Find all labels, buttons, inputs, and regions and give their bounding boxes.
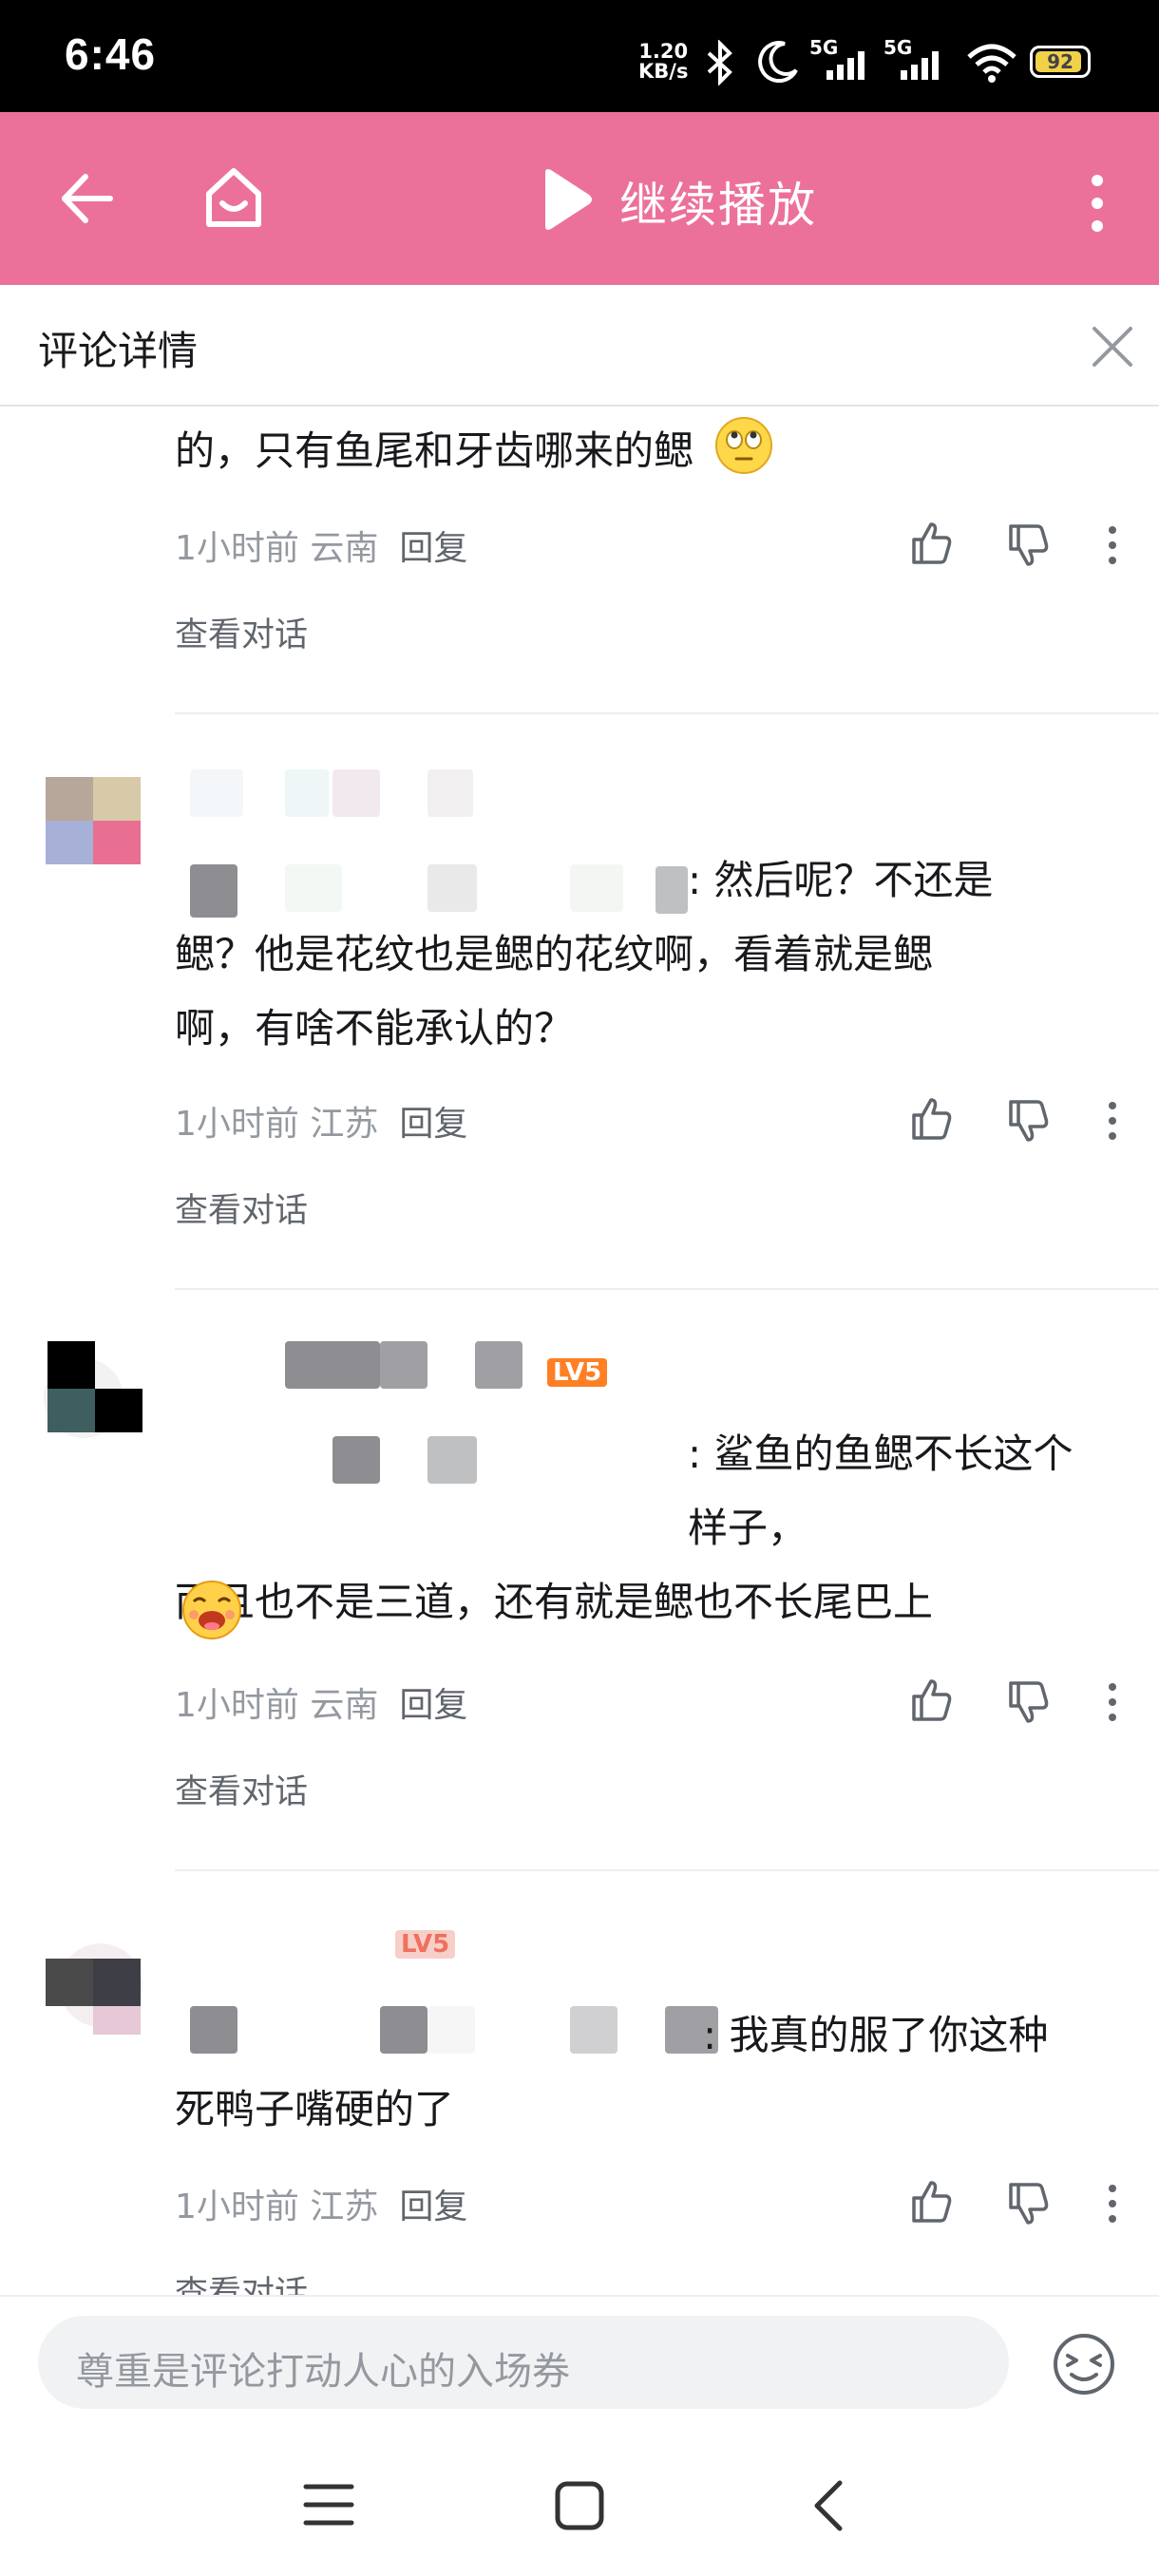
bluetooth-icon	[707, 40, 732, 85]
comment-time: 1小时前	[175, 529, 299, 568]
reply-button[interactable]: 回复	[399, 529, 467, 568]
home-nav-icon[interactable]	[553, 2479, 606, 2532]
avatar[interactable]	[42, 1339, 142, 1444]
comment-text-content: 的，只有鱼尾和牙齿哪来的鳃	[175, 427, 694, 474]
more-icon[interactable]	[1100, 1679, 1125, 1725]
view-conversation-link[interactable]: 查看对话	[175, 1765, 308, 1813]
moon-icon	[758, 41, 798, 84]
more-icon[interactable]	[1100, 2181, 1125, 2226]
more-vertical-icon[interactable]	[1083, 173, 1112, 234]
dislike-icon[interactable]	[1005, 1098, 1051, 1144]
system-nav-bar	[0, 2432, 1159, 2576]
continue-playing-label[interactable]: 继续播放	[619, 167, 817, 236]
blurred-block	[475, 1341, 522, 1389]
dislike-icon[interactable]	[1005, 1679, 1051, 1725]
comment-text-line: 而且也不是三道，还有就是鳃也不长尾巴上	[175, 1579, 934, 1625]
comment-text-line: 鳃？他是花纹也是鳃的花纹啊，看着就是鳃	[175, 931, 934, 977]
blurred-block	[285, 769, 329, 817]
network-speed: 1.20 KB/s	[638, 42, 688, 82]
comment-meta: 1小时前 云南 回复	[175, 521, 467, 570]
comment-meta: 1小时前 云南 回复	[175, 1677, 467, 1727]
more-icon[interactable]	[1100, 1098, 1125, 1144]
view-conversation-link[interactable]: 查看对话	[175, 608, 308, 656]
back-nav-icon[interactable]	[809, 2477, 847, 2534]
comment-meta: 1小时前 江苏 回复	[175, 1096, 467, 1146]
dislike-icon[interactable]	[1005, 2181, 1051, 2226]
signal-icon-1	[826, 51, 864, 80]
wifi-icon	[967, 44, 1016, 83]
comment-divider	[175, 712, 1159, 714]
reply-button[interactable]: 回复	[399, 1686, 467, 1725]
comment-time: 1小时前	[175, 2188, 299, 2226]
comment-time: 1小时前	[175, 1686, 299, 1725]
level-badge-blurred: LV5	[395, 1930, 456, 1959]
sticker-emoji	[182, 1581, 241, 1639]
comment-location: 江苏	[310, 1105, 379, 1144]
close-icon[interactable]	[1089, 323, 1136, 370]
comment-location: 云南	[310, 529, 379, 568]
battery-icon: 92	[1030, 46, 1091, 78]
like-icon[interactable]	[908, 1677, 954, 1723]
comment-input-placeholder: 尊重是评论打动人心的入场券	[76, 2350, 570, 2394]
comment-meta: 1小时前 江苏 回复	[175, 2179, 467, 2228]
like-icon[interactable]	[908, 1096, 954, 1142]
back-arrow-icon[interactable]	[59, 171, 114, 226]
menu-icon[interactable]	[302, 2481, 355, 2529]
reply-button[interactable]: 回复	[399, 2188, 467, 2226]
dislike-icon[interactable]	[1005, 522, 1051, 568]
more-icon[interactable]	[1100, 522, 1125, 568]
comment-text-line: : 然后呢？不还是	[688, 857, 994, 903]
comment-text-line: 啊，有啥不能承认的？	[175, 1005, 575, 1051]
comment-text-line: : 鲨鱼的鱼鳃不长这个样子，	[688, 1430, 1074, 1551]
battery-level: 92	[1047, 50, 1074, 73]
comment-text: 的，只有鱼尾和牙齿哪来的鳃	[175, 414, 1106, 488]
blurred-block	[285, 1341, 380, 1389]
avatar[interactable]	[46, 1938, 144, 2052]
status-time: 6:46	[65, 29, 157, 79]
video-header	[0, 112, 1159, 285]
comment-text: : 然后呢？不还是 鳃？他是花纹也是鳃的花纹啊，看着就是鳃 啊，有啥不能承认的？	[175, 843, 1106, 1066]
comment-divider	[175, 1288, 1159, 1290]
reply-button[interactable]: 回复	[399, 1105, 467, 1144]
panel-title: 评论详情	[38, 328, 199, 374]
blurred-block	[428, 769, 473, 817]
view-conversation-link[interactable]: 查看对话	[175, 1184, 308, 1232]
blurred-block	[190, 769, 243, 817]
signal-icon-2	[901, 51, 939, 80]
net-speed-unit: KB/s	[638, 60, 689, 83]
comment-location: 云南	[310, 1686, 379, 1725]
home-icon[interactable]	[200, 163, 268, 232]
comment-text: : 鲨鱼的鱼鳃不长这个样子， 而且也不是三道，还有就是鳃也不长尾巴上	[175, 1417, 1106, 1639]
comment-divider	[175, 1869, 1159, 1871]
comment-text-line: 死鸭子嘴硬的了	[175, 2086, 455, 2132]
like-icon[interactable]	[908, 521, 954, 566]
blurred-block	[380, 1341, 428, 1389]
rolling-eyes-emoji	[715, 417, 773, 474]
emoji-icon[interactable]	[1051, 2331, 1117, 2397]
level-badge: LV5	[547, 1358, 608, 1387]
net-speed-value: 1.20	[638, 40, 689, 63]
avatar[interactable]	[46, 777, 141, 868]
comment-text: : 我真的服了你这种 死鸭子嘴硬的了	[175, 1998, 1106, 2147]
comment-time: 1小时前	[175, 1105, 299, 1144]
comment-text-line: : 我真的服了你这种	[703, 2012, 1049, 2058]
comment-location: 江苏	[310, 2188, 379, 2226]
play-icon[interactable]	[538, 167, 595, 232]
panel-divider	[0, 405, 1159, 407]
blurred-block	[332, 769, 380, 817]
status-bar: 6:46 1.20 KB/s 5G 5G 92	[0, 0, 1159, 112]
like-icon[interactable]	[908, 2179, 954, 2225]
